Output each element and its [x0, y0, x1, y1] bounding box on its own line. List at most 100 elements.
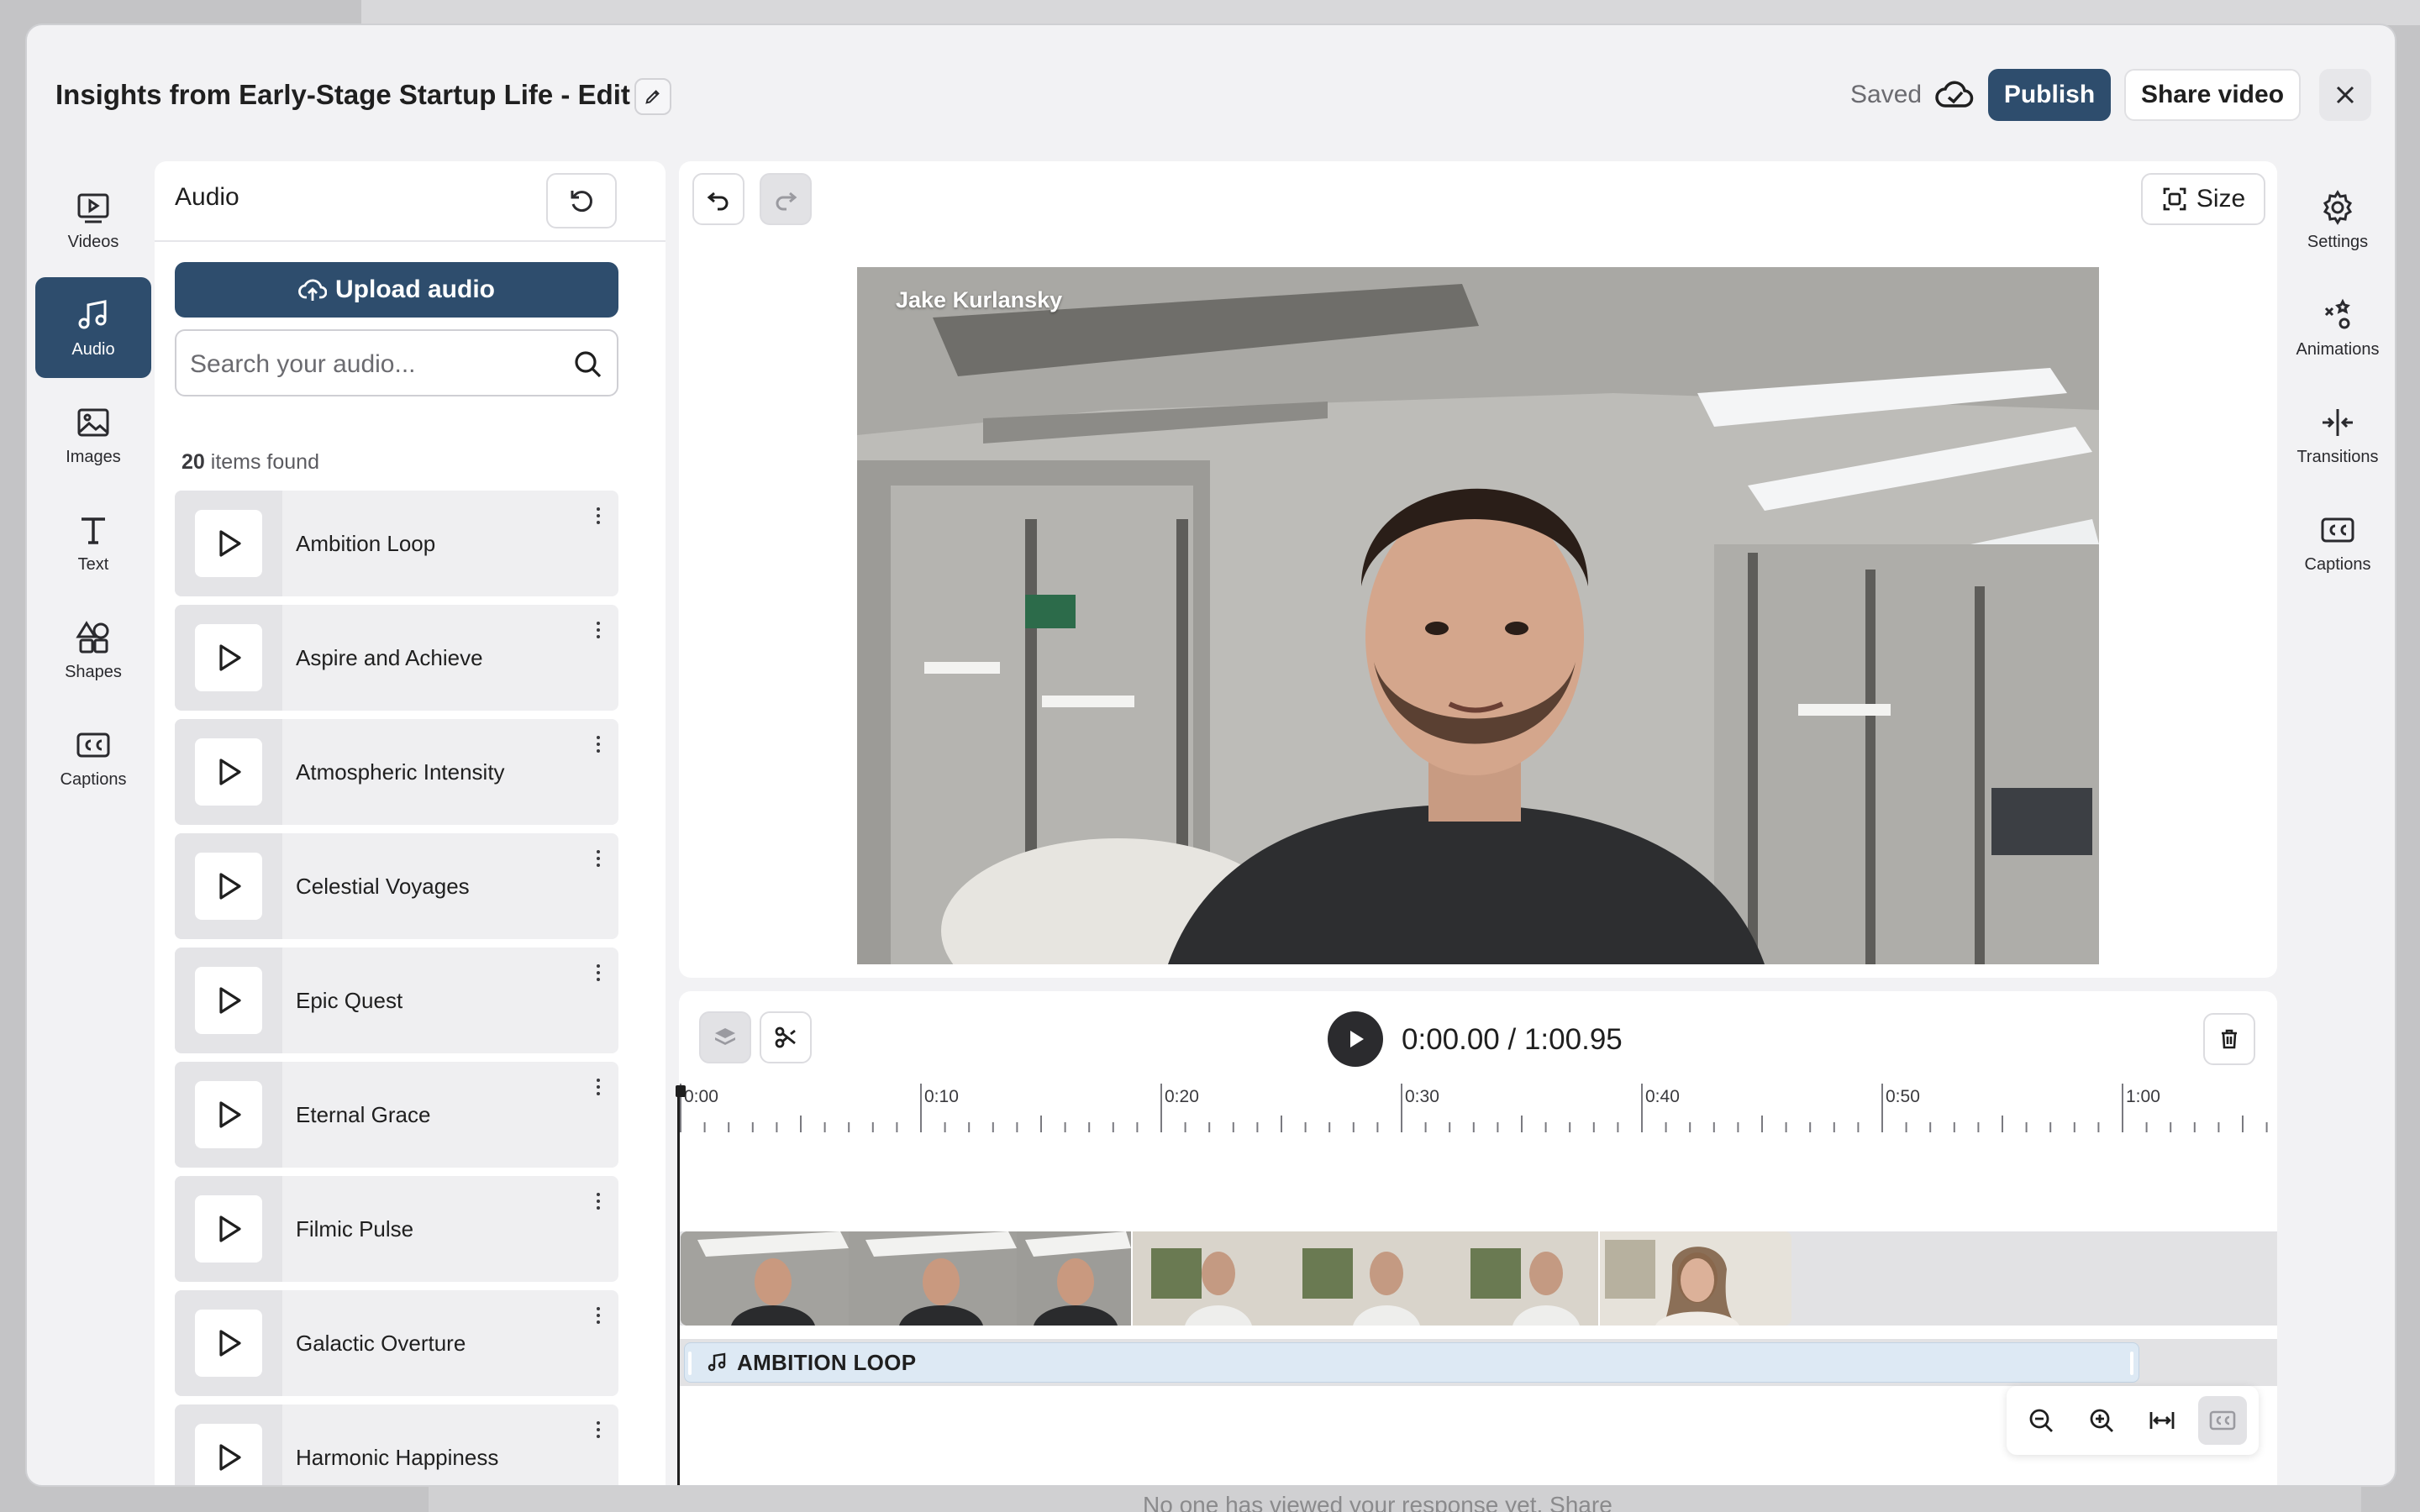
rail-label-audio: Audio — [71, 339, 115, 359]
track-thumbnail — [175, 605, 282, 711]
undo-button[interactable] — [692, 173, 744, 225]
audio-clip[interactable]: AMBITION LOOP — [684, 1342, 2139, 1383]
reset-button[interactable] — [546, 173, 617, 228]
more-icon[interactable] — [590, 1421, 607, 1446]
cloud-upload-icon — [298, 279, 327, 301]
play-icon — [1350, 1031, 1364, 1047]
search-input[interactable] — [190, 346, 551, 383]
share-video-button[interactable]: Share video — [2124, 69, 2301, 121]
audio-track-item[interactable]: Aspire and Achieve — [175, 605, 618, 711]
fit-to-width-button[interactable] — [2138, 1396, 2186, 1445]
redo-button[interactable] — [760, 173, 812, 225]
speaker-name-label: Jake Kurlansky — [896, 287, 1063, 312]
zoom-out-icon — [2029, 1409, 2053, 1432]
play-icon — [219, 1215, 241, 1242]
audio-track-item[interactable]: Eternal Grace — [175, 1062, 618, 1168]
fit-width-icon — [2149, 1412, 2175, 1429]
publish-button[interactable]: Publish — [1988, 69, 2111, 121]
rail-item-audio[interactable]: Audio — [35, 277, 151, 378]
track-name: Celestial Voyages — [296, 874, 470, 899]
rail-item-animations[interactable]: Animations — [2279, 277, 2395, 378]
track-play-button[interactable] — [195, 1195, 262, 1263]
track-play-button[interactable] — [195, 738, 262, 806]
search-field[interactable] — [175, 329, 618, 396]
track-play-button[interactable] — [195, 624, 262, 691]
track-play-button[interactable] — [195, 510, 262, 577]
more-icon[interactable] — [590, 1307, 607, 1332]
track-name: Filmic Pulse — [296, 1216, 414, 1242]
track-play-button[interactable] — [195, 1081, 262, 1148]
layers-button[interactable] — [699, 1011, 751, 1063]
shapes-icon — [76, 620, 109, 653]
audio-clip-start-handle[interactable] — [688, 1352, 692, 1375]
results-count-suffix: items found — [204, 450, 319, 474]
upload-audio-button[interactable]: Upload audio — [175, 262, 618, 318]
track-thumbnail — [175, 1290, 282, 1396]
audio-clip-end-handle[interactable] — [2130, 1352, 2133, 1375]
audio-track-item[interactable]: Galactic Overture — [175, 1290, 618, 1396]
captions-toggle-button[interactable] — [2198, 1396, 2247, 1445]
more-icon[interactable] — [590, 1193, 607, 1218]
play-icon — [219, 644, 241, 671]
audio-track-item[interactable]: Celestial Voyages — [175, 833, 618, 939]
more-icon[interactable] — [590, 736, 607, 761]
page-title: Insights from Early-Stage Startup Life -… — [55, 79, 630, 110]
rail-item-captions[interactable]: Captions — [35, 707, 151, 808]
play-icon — [219, 1101, 241, 1128]
track-play-button[interactable] — [195, 1310, 262, 1377]
track-play-button[interactable] — [195, 853, 262, 920]
play-icon — [219, 987, 241, 1014]
zoom-in-button[interactable] — [2077, 1396, 2126, 1445]
more-icon[interactable] — [590, 964, 607, 990]
track-play-button[interactable] — [195, 1424, 262, 1485]
track-thumbnail — [175, 719, 282, 825]
captions-icon — [2209, 1410, 2236, 1431]
timeline-ruler: 0:00 0:10 0:20 0:30 0:40 0:50 1:00 — [680, 1084, 2268, 1132]
rail-label-settings: Settings — [2307, 232, 2369, 251]
split-button[interactable] — [760, 1011, 812, 1063]
track-thumbnail — [175, 1176, 282, 1282]
audio-track-item[interactable]: Epic Quest — [175, 948, 618, 1053]
backdrop-empty-message: No one has viewed your response yet. Sha… — [1143, 1492, 1612, 1512]
rail-item-transitions[interactable]: Transitions — [2279, 385, 2395, 486]
edit-title-button[interactable] — [634, 78, 671, 115]
rail-item-text[interactable]: Text — [35, 492, 151, 593]
more-icon[interactable] — [590, 850, 607, 875]
size-button[interactable]: Size — [2141, 173, 2265, 225]
play-icon — [219, 1330, 241, 1357]
audio-track-item[interactable]: Atmospheric Intensity — [175, 719, 618, 825]
more-icon[interactable] — [590, 622, 607, 647]
video-clip-strip[interactable] — [681, 1231, 1791, 1326]
panel-title: Audio — [175, 183, 239, 211]
backdrop-header — [361, 0, 2420, 25]
rail-item-captions-right[interactable]: Captions — [2279, 492, 2395, 593]
captions-icon — [76, 732, 110, 757]
play-button[interactable] — [1328, 1011, 1383, 1067]
captions-icon — [2321, 517, 2354, 542]
play-icon — [219, 1444, 241, 1471]
rail-item-settings[interactable]: Settings — [2279, 170, 2395, 270]
audio-track-item[interactable]: Harmonic Happiness — [175, 1404, 618, 1485]
video-preview[interactable]: Jake Kurlansky — [857, 267, 2099, 964]
audio-track-item[interactable]: Ambition Loop — [175, 491, 618, 596]
close-button[interactable] — [2319, 69, 2371, 121]
search-icon[interactable] — [571, 348, 605, 381]
more-icon[interactable] — [590, 1079, 607, 1104]
more-icon[interactable] — [590, 507, 607, 533]
zoom-controls — [2007, 1386, 2259, 1455]
zoom-out-button[interactable] — [2017, 1396, 2065, 1445]
rail-item-images[interactable]: Images — [35, 385, 151, 486]
close-icon — [2336, 86, 2354, 104]
time-separator: / — [1499, 1023, 1524, 1056]
total-time: 1:00.95 — [1523, 1023, 1623, 1056]
delete-button[interactable] — [2203, 1013, 2255, 1065]
rail-item-videos[interactable]: Videos — [35, 170, 151, 270]
track-play-button[interactable] — [195, 967, 262, 1034]
rail-label-videos: Videos — [67, 232, 119, 251]
rail-label-images: Images — [66, 447, 121, 466]
track-name: Atmospheric Intensity — [296, 759, 505, 785]
video-play-icon — [77, 193, 109, 223]
playhead[interactable] — [677, 1085, 680, 1485]
rail-item-shapes[interactable]: Shapes — [35, 600, 151, 701]
audio-track-item[interactable]: Filmic Pulse — [175, 1176, 618, 1282]
